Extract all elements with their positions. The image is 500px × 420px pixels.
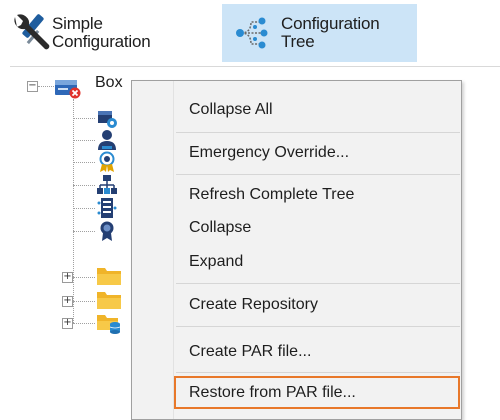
menu-item-refresh-complete-tree[interactable]: Refresh Complete Tree — [174, 178, 460, 211]
award-ribbon-icon[interactable] — [96, 220, 118, 242]
menu-item-restore-from-par-file[interactable]: Restore from PAR file... — [174, 376, 460, 409]
folder-icon[interactable] — [96, 265, 122, 287]
menu-separator — [176, 372, 460, 373]
simple-configuration-label-line2: Configuration — [52, 32, 151, 51]
user-icon[interactable] — [96, 129, 118, 151]
menu-item-collapse[interactable]: Collapse — [174, 211, 460, 244]
network-hierarchy-icon[interactable] — [96, 174, 118, 196]
tree-connector — [73, 301, 95, 303]
menu-separator — [176, 132, 460, 133]
configuration-tree-label-line1: Configuration — [281, 14, 380, 33]
box-settings-icon[interactable] — [96, 107, 118, 129]
menu-item-create-par-file[interactable]: Create PAR file... — [174, 335, 460, 368]
tree-connector — [73, 323, 95, 325]
configuration-tree-icon — [223, 4, 283, 62]
menu-separator — [176, 174, 460, 175]
root-collapse-toggle[interactable]: − — [27, 81, 38, 92]
folder-icon[interactable] — [96, 289, 122, 311]
menu-item-emergency-override[interactable]: Emergency Override... — [174, 136, 460, 169]
menu-item-create-repository[interactable]: Create Repository — [174, 288, 460, 321]
menu-item-expand[interactable]: Expand — [174, 245, 460, 278]
folder-3-expand-toggle[interactable]: + — [62, 318, 73, 329]
box-error-icon[interactable] — [54, 75, 82, 99]
tree-connector — [73, 118, 95, 120]
menu-separator — [176, 326, 460, 327]
context-menu: Collapse All Emergency Override... Refre… — [131, 80, 462, 420]
tree-trunk-line — [73, 301, 75, 323]
simple-configuration-label-line1: Simple — [52, 14, 103, 33]
tree-root-label[interactable]: Box — [95, 74, 123, 92]
tree-trunk-line — [73, 99, 75, 301]
simple-configuration-label: Simple Configuration — [52, 15, 151, 51]
configuration-tree-label-line2: Tree — [281, 32, 315, 51]
menu-item-collapse-all[interactable]: Collapse All — [174, 93, 460, 126]
simple-configuration-button[interactable]: Simple Configuration — [0, 4, 196, 62]
certificate-badge-icon[interactable] — [96, 151, 118, 173]
server-rack-icon[interactable] — [96, 197, 118, 219]
folder-1-expand-toggle[interactable]: + — [62, 272, 73, 283]
wrench-screwdriver-icon — [0, 4, 60, 62]
tree-connector — [38, 86, 54, 88]
tree-connector — [73, 140, 95, 142]
tree-connector — [73, 162, 95, 164]
toolbar: Simple Configuration Configuration Tree — [0, 0, 500, 66]
tree-connector — [73, 277, 95, 279]
menu-separator — [176, 283, 460, 284]
configuration-tree-label: Configuration Tree — [281, 15, 380, 51]
tree-connector — [73, 208, 95, 210]
configuration-tree-button[interactable]: Configuration Tree — [222, 4, 417, 62]
tree-connector — [73, 231, 95, 233]
tree-connector — [73, 185, 95, 187]
folder-2-expand-toggle[interactable]: + — [62, 296, 73, 307]
folder-database-icon[interactable] — [96, 312, 122, 334]
